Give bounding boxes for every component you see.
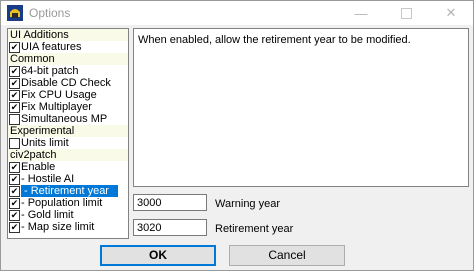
option-label: - Hostile AI [21, 173, 75, 185]
section-header: civ2patch [8, 149, 128, 161]
option-label: - Gold limit [21, 209, 74, 221]
option-label: 64-bit patch [21, 65, 79, 77]
option-item[interactable]: ✔ - Hostile AI [8, 173, 128, 185]
minimize-icon: — [354, 5, 368, 21]
section-header: Common [8, 53, 128, 65]
minimize-button[interactable]: — [339, 1, 383, 25]
options-list[interactable]: UI Additions ✔ UIA features Common ✔ 64-bit p… [7, 28, 129, 239]
option-item[interactable]: ✔ - Population limit [8, 197, 128, 209]
option-checkbox[interactable]: ✔ [9, 222, 20, 233]
option-checkbox[interactable]: ✔ [9, 174, 20, 185]
section-header: Experimental [8, 125, 128, 137]
close-button[interactable]: ✕ [429, 1, 473, 25]
retirement-year-label: Retirement year [215, 223, 294, 235]
option-label: Fix CPU Usage [21, 89, 97, 101]
option-item[interactable]: ✔ - Retirement year [8, 185, 128, 197]
civ-helmet-icon [7, 5, 23, 21]
options-window: Options — ✕ UI Additions ✔ UIA features Com… [0, 0, 474, 271]
option-checkbox[interactable]: ✔ [9, 198, 20, 209]
option-checkbox[interactable]: ✔ [9, 186, 20, 197]
option-item[interactable]: ✔ UIA features [8, 41, 128, 53]
section-header: UI Additions [8, 29, 128, 41]
ok-button[interactable]: OK [100, 245, 216, 266]
warning-year-input[interactable]: 3000 [133, 194, 207, 211]
option-item[interactable]: ✔ 64-bit patch [8, 65, 128, 77]
option-item[interactable]: Simultaneous MP [8, 113, 128, 125]
option-item[interactable]: ✔ Disable CD Check [8, 77, 128, 89]
option-checkbox[interactable]: ✔ [9, 66, 20, 77]
option-checkbox[interactable]: ✔ [9, 210, 20, 221]
description-text: When enabled, allow the retirement year … [138, 34, 411, 46]
close-icon: ✕ [445, 5, 457, 20]
cancel-button[interactable]: Cancel [229, 245, 345, 266]
option-label: Simultaneous MP [21, 113, 108, 125]
maximize-button[interactable] [384, 1, 428, 25]
title-bar[interactable]: Options — ✕ [1, 1, 473, 25]
option-checkbox[interactable] [9, 138, 20, 149]
window-title: Options [29, 6, 71, 20]
option-item[interactable]: ✔ - Map size limit [8, 221, 128, 233]
option-item[interactable]: ✔ Fix CPU Usage [8, 89, 128, 101]
option-checkbox[interactable]: ✔ [9, 78, 20, 89]
option-label: - Population limit [21, 197, 103, 209]
option-item[interactable]: Units limit [8, 137, 128, 149]
description-box: When enabled, allow the retirement year … [133, 28, 469, 187]
option-label: Units limit [21, 137, 69, 149]
warning-year-label: Warning year [215, 198, 281, 210]
option-label: - Retirement year [21, 185, 118, 197]
option-checkbox[interactable]: ✔ [9, 102, 20, 113]
option-item[interactable]: ✔ - Gold limit [8, 209, 128, 221]
option-label: Enable [21, 161, 56, 173]
option-label: Disable CD Check [21, 77, 111, 89]
maximize-icon [400, 7, 412, 19]
option-label: UIA features [21, 41, 82, 53]
option-item[interactable]: ✔ Fix Multiplayer [8, 101, 128, 113]
option-checkbox[interactable]: ✔ [9, 42, 20, 53]
retirement-year-input[interactable]: 3020 [133, 219, 207, 236]
option-checkbox[interactable]: ✔ [9, 90, 20, 101]
option-checkbox[interactable]: ✔ [9, 162, 20, 173]
option-item[interactable]: ✔ Enable [8, 161, 128, 173]
option-label: Fix Multiplayer [21, 101, 92, 113]
option-checkbox[interactable] [9, 114, 20, 125]
option-label: - Map size limit [21, 221, 95, 233]
